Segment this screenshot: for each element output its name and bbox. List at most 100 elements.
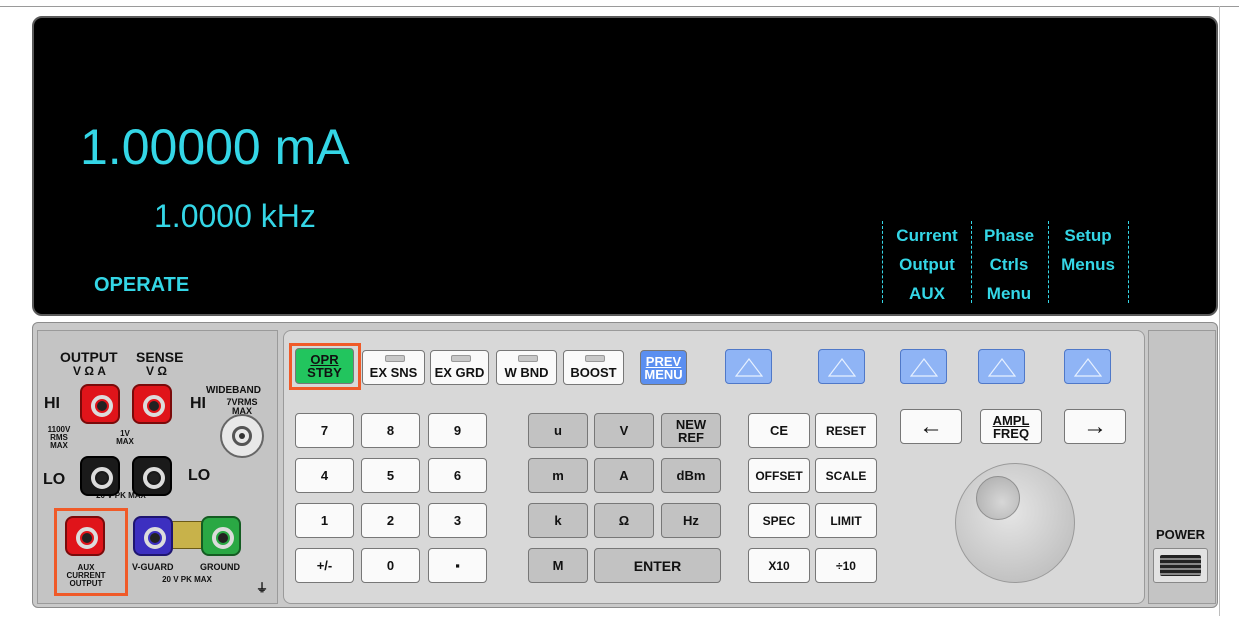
softkey-label-line: Setup: [1064, 226, 1112, 245]
boost-button[interactable]: BOOST: [563, 350, 624, 385]
key-plus-minus[interactable]: +/-: [295, 548, 354, 583]
key-amps[interactable]: A: [594, 458, 654, 493]
key-kilo[interactable]: k: [528, 503, 588, 538]
status-text: OPERATE: [94, 274, 190, 296]
offset-button[interactable]: OFFSET: [748, 458, 810, 493]
ground-jack[interactable]: [201, 516, 241, 556]
knob-dimple: [976, 476, 1020, 520]
key-micro[interactable]: u: [528, 413, 588, 448]
new-ref-button[interactable]: NEW REF: [661, 413, 721, 448]
ex-sns-button[interactable]: EX SNS: [362, 350, 425, 385]
key-6[interactable]: 6: [428, 458, 487, 493]
enter-button[interactable]: ENTER: [594, 548, 721, 583]
ex-sns-led: [384, 355, 405, 362]
sense-hi-jack[interactable]: [132, 384, 172, 424]
calibrator-display: 1.00000 mA 1.0000 kHz OPERATE Current Ou…: [32, 16, 1218, 316]
v-guard-label: V-GUARD: [132, 562, 174, 572]
key-8[interactable]: 8: [361, 413, 420, 448]
key-decimal-point[interactable]: ▪: [428, 548, 487, 583]
ampl-label: AMPL: [992, 412, 1030, 428]
softkey-1[interactable]: [725, 349, 772, 384]
w-bnd-led: [517, 355, 538, 362]
output-label: OUTPUT: [60, 349, 118, 365]
menu-label: MENU: [644, 366, 683, 382]
new-label: NEW: [675, 416, 707, 432]
key-5[interactable]: 5: [361, 458, 420, 493]
wideband-label: WIDEBAND: [206, 385, 261, 396]
key-ohms[interactable]: Ω: [594, 503, 654, 538]
triangle-up-icon: [988, 358, 1016, 377]
ref-label: REF: [678, 429, 704, 445]
sense-label: SENSE: [136, 349, 184, 365]
output-lo-jack[interactable]: [80, 456, 120, 496]
top-divider: [0, 6, 1239, 7]
key-2[interactable]: 2: [361, 503, 420, 538]
softkey-2[interactable]: [818, 349, 865, 384]
softkey-3[interactable]: [900, 349, 947, 384]
power-label: POWER: [1155, 527, 1206, 542]
ex-grd-button[interactable]: EX GRD: [430, 350, 489, 385]
softkey-label-line: Menus: [1061, 255, 1115, 274]
key-3[interactable]: 3: [428, 503, 487, 538]
v-guard-jack[interactable]: [133, 516, 173, 556]
softkey-label-line: AUX: [909, 284, 945, 303]
ground-label: GROUND: [200, 562, 240, 572]
softkey-label-phase-ctrls: Phase Ctrls Menu: [970, 221, 1049, 303]
main-reading: 1.00000 mA: [80, 119, 350, 175]
softkey-label-line: Ctrls: [989, 255, 1029, 274]
softkey-label-setup-menus: Setup Menus: [1048, 221, 1129, 303]
opr-stby-highlight: [289, 343, 361, 390]
rating-1v: 1V MAX: [116, 429, 134, 446]
softkey-label-current-output: Current Output AUX: [882, 221, 972, 303]
lo-label-left: LO: [43, 471, 66, 488]
triangle-up-icon: [1074, 358, 1102, 377]
aux-current-highlight: [54, 508, 128, 596]
ex-grd-label: EX GRD: [434, 365, 485, 380]
key-4[interactable]: 4: [295, 458, 354, 493]
softkey-label-line: Menu: [986, 284, 1032, 303]
rating-1100v: 1100V RMS MAX: [47, 425, 71, 450]
key-1[interactable]: 1: [295, 503, 354, 538]
triangle-up-icon: [828, 358, 856, 377]
output-hi-jack[interactable]: [80, 384, 120, 424]
spec-button[interactable]: SPEC: [748, 503, 810, 538]
sense-sub-label: V Ω: [146, 364, 167, 378]
softkey-label-line: Current: [896, 226, 958, 245]
key-milli[interactable]: m: [528, 458, 588, 493]
divide-10-button[interactable]: ÷10: [815, 548, 877, 583]
power-grill-icon: [1160, 555, 1201, 576]
w-bnd-button[interactable]: W BND: [496, 350, 557, 385]
ex-sns-label: EX SNS: [369, 365, 418, 380]
reset-button[interactable]: RESET: [815, 413, 877, 448]
power-button[interactable]: [1153, 548, 1208, 583]
ground-symbol-icon: ⏚: [256, 581, 269, 595]
rotary-knob[interactable]: [955, 463, 1075, 583]
left-arrow-button[interactable]: ←: [900, 409, 962, 444]
scale-button[interactable]: SCALE: [815, 458, 877, 493]
softkey-label-line: Phase: [983, 226, 1035, 245]
key-9[interactable]: 9: [428, 413, 487, 448]
x10-button[interactable]: X10: [748, 548, 810, 583]
key-0[interactable]: 0: [361, 548, 420, 583]
sense-lo-jack[interactable]: [132, 456, 172, 496]
output-sub-label: V Ω A: [73, 364, 106, 378]
wideband-bnc-connector[interactable]: [220, 414, 264, 458]
prev-menu-button[interactable]: PREV MENU: [640, 350, 687, 385]
key-volts[interactable]: V: [594, 413, 654, 448]
key-7[interactable]: 7: [295, 413, 354, 448]
key-hertz[interactable]: Hz: [661, 503, 721, 538]
frequency-reading: 1.0000 kHz: [154, 198, 316, 234]
ex-grd-led: [450, 355, 471, 362]
hi-label-left: HI: [44, 395, 60, 412]
softkey-4[interactable]: [978, 349, 1025, 384]
prev-label: PREV: [645, 353, 682, 369]
ampl-freq-button[interactable]: AMPL FREQ: [980, 409, 1042, 444]
key-mega[interactable]: M: [528, 548, 588, 583]
softkey-5[interactable]: [1064, 349, 1111, 384]
key-dbm[interactable]: dBm: [661, 458, 721, 493]
right-arrow-button[interactable]: →: [1064, 409, 1126, 444]
ce-button[interactable]: CE: [748, 413, 810, 448]
limit-button[interactable]: LIMIT: [815, 503, 877, 538]
softkey-label-line: Output: [899, 255, 955, 274]
boost-label: BOOST: [570, 365, 617, 380]
